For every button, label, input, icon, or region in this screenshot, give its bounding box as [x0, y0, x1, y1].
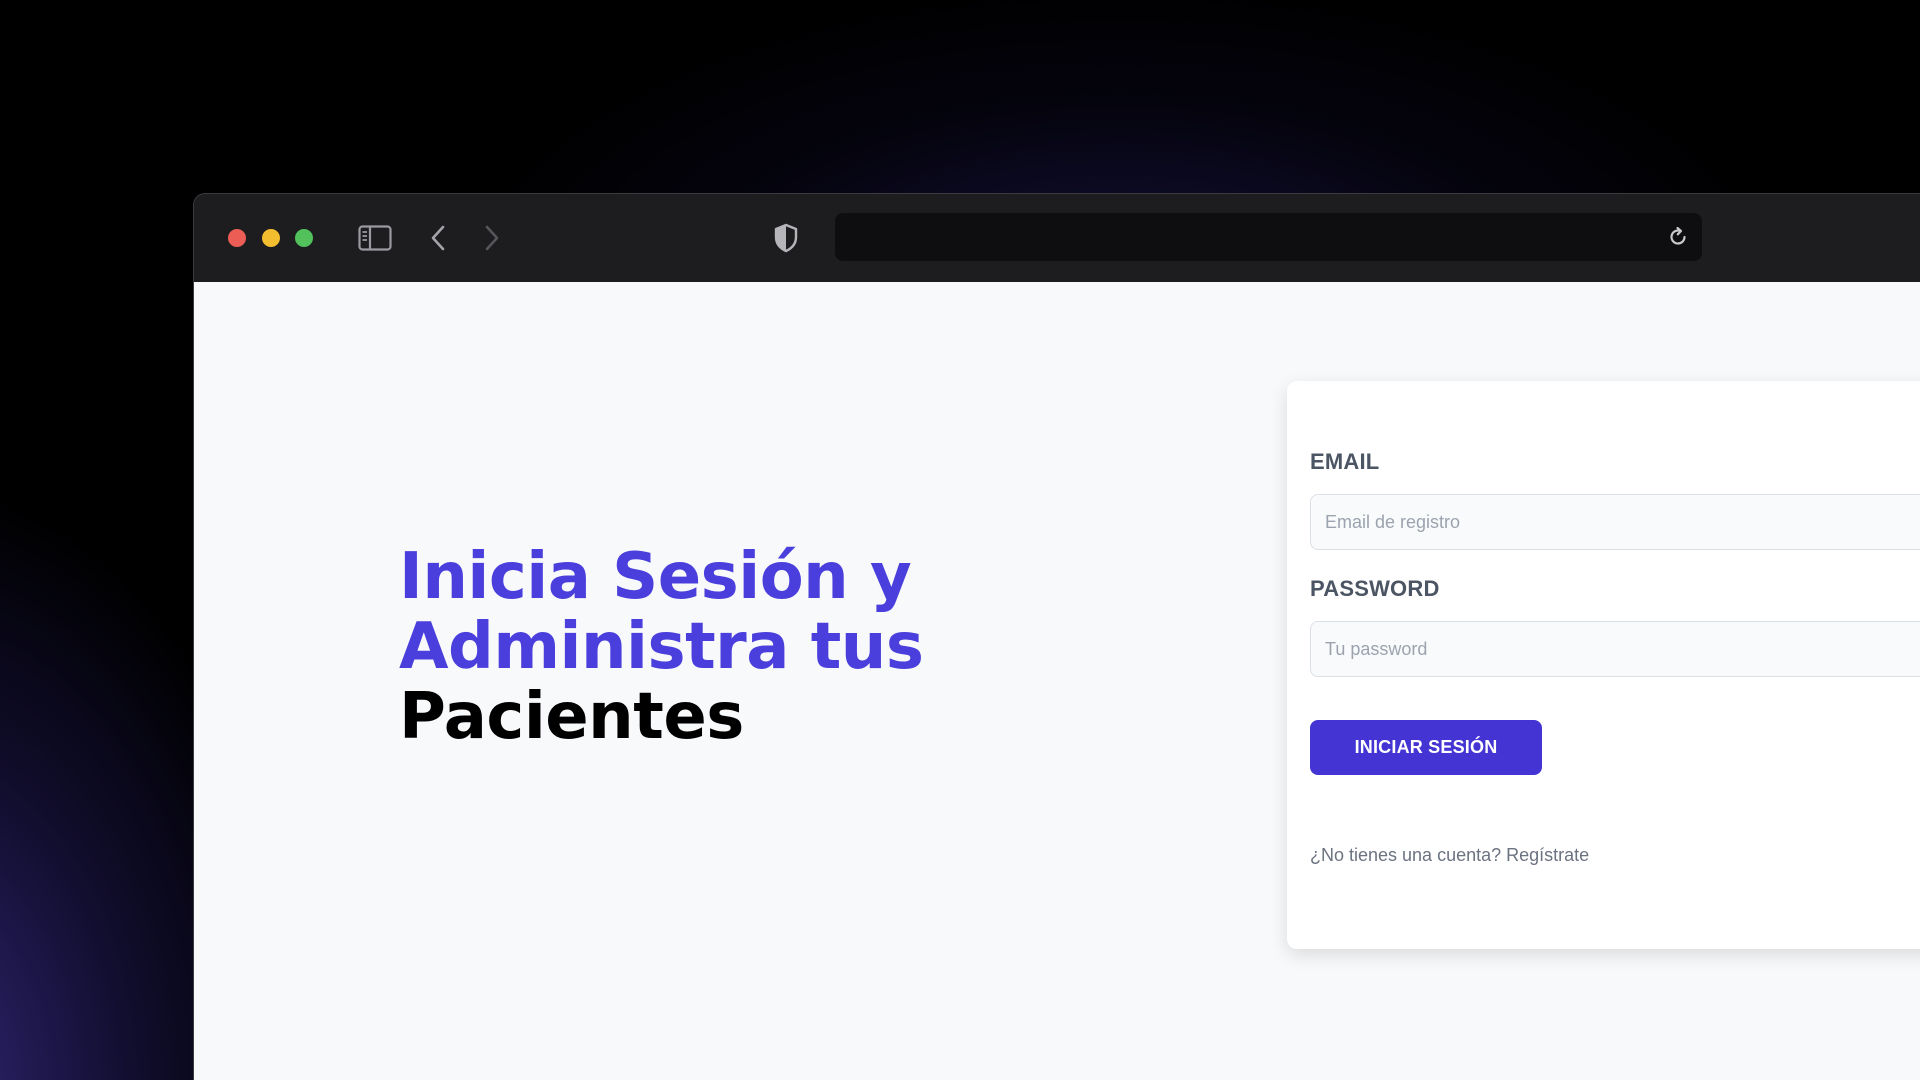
title-line-1: Inicia Sesión y [399, 540, 912, 614]
browser-window: Inicia Sesión y Administra tus Pacientes… [193, 193, 1920, 1080]
address-bar[interactable] [835, 213, 1702, 261]
register-link[interactable]: ¿No tienes una cuenta? Regístrate [1310, 845, 1589, 866]
title-line-2: Administra tus [399, 610, 924, 684]
page-title: Inicia Sesión y Administra tus Pacientes [399, 540, 924, 754]
email-field[interactable] [1310, 494, 1920, 550]
reload-icon[interactable] [1664, 223, 1692, 251]
zoom-window-button[interactable] [295, 229, 313, 247]
shield-icon[interactable] [772, 220, 800, 256]
password-field[interactable] [1310, 621, 1920, 677]
login-button[interactable]: INICIAR SESIÓN [1310, 720, 1542, 775]
close-window-button[interactable] [228, 229, 246, 247]
page-content: Inicia Sesión y Administra tus Pacientes… [194, 282, 1920, 1080]
title-line-3: Pacientes [399, 680, 744, 754]
sidebar-icon[interactable] [357, 220, 393, 256]
minimize-window-button[interactable] [262, 229, 280, 247]
email-label: EMAIL [1310, 449, 1380, 474]
password-label: PASSWORD [1310, 576, 1440, 601]
chevron-right-icon[interactable] [478, 220, 506, 256]
browser-toolbar [194, 194, 1920, 282]
chevron-left-icon[interactable] [424, 220, 452, 256]
login-form: EMAIL PASSWORD INICIAR SESIÓN ¿No tienes… [1287, 381, 1920, 949]
